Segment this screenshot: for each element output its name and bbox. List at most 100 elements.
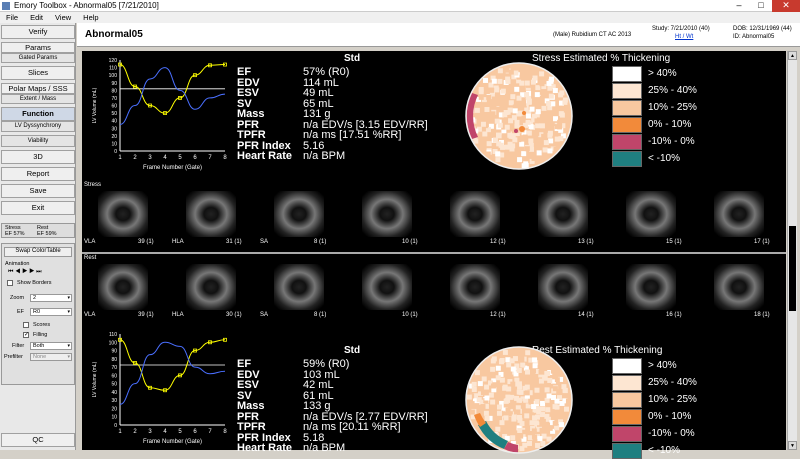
slice-image[interactable] [714, 264, 764, 310]
polar-cell [511, 416, 517, 422]
menu-file[interactable]: File [6, 12, 18, 23]
polar-cell [502, 385, 508, 391]
polar-cell [500, 88, 506, 94]
menu-view[interactable]: View [55, 12, 71, 23]
polar-cell [554, 398, 560, 404]
swap-colortable-button[interactable]: Swap ColorTable [4, 247, 72, 257]
show-borders-checkbox[interactable] [7, 280, 13, 286]
vertical-scrollbar[interactable]: ▲ ▼ [787, 51, 797, 450]
close-icon[interactable]: ✕ [772, 0, 800, 12]
dob: DOB: 12/31/1969 (44) [733, 26, 792, 32]
slice-image[interactable] [362, 264, 412, 310]
scores-checkbox[interactable] [23, 322, 29, 328]
sidebar-item-exit[interactable]: Exit [1, 201, 75, 215]
sidebar-item-gated-params[interactable]: Gated Params [1, 53, 75, 63]
patient-header: Abnormal05 (Male) Rubidium CT AC 2013 St… [77, 23, 800, 47]
stress-volume-chart: 0 1020 3040 5060 70 8090 100110 120 1 2 3 4 5 6 7 8 Fram… [92, 58, 227, 171]
sidebar-item-verify[interactable]: Verify [1, 25, 75, 39]
slice-image[interactable] [274, 191, 324, 237]
scroll-down-icon[interactable]: ▼ [788, 441, 797, 450]
polar-cell [552, 404, 558, 410]
x-tick-label: 1 [118, 429, 122, 435]
sidebar-item-slices[interactable]: Slices [1, 66, 75, 80]
next-frame-icon[interactable]: ▶ [29, 269, 34, 275]
slice-image[interactable] [362, 191, 412, 237]
sidebar-item-lv-dyssynchrony[interactable]: LV Dyssynchrony [1, 121, 75, 132]
slice-image[interactable] [186, 264, 236, 310]
menu-edit[interactable]: Edit [30, 12, 43, 23]
rest-stat-key: Heart Rate [237, 442, 293, 454]
sidebar: Verify Params Gated Params Slices Polar Maps… [0, 23, 76, 450]
menu-help[interactable]: Help [83, 12, 98, 23]
polar-cell [550, 368, 556, 374]
polar-cell [546, 100, 552, 106]
sidebar-item-save[interactable]: Save [1, 184, 75, 198]
first-frame-icon[interactable]: ⏮ [8, 269, 13, 275]
slice-image[interactable] [538, 191, 588, 237]
x-tick-label: 6 [193, 429, 197, 435]
slice-image[interactable] [714, 191, 764, 237]
qc-button[interactable]: QC [1, 433, 75, 447]
rest-strip-title: Rest [84, 255, 97, 261]
slice-image[interactable] [98, 191, 148, 237]
legend-swatch [612, 426, 642, 442]
slice-image[interactable] [186, 191, 236, 237]
sidebar-item-viability[interactable]: Viability [1, 135, 75, 147]
play-icon[interactable]: ▶ [22, 269, 27, 275]
filter-select[interactable]: Both ▾ [30, 342, 72, 350]
ht-wt-link[interactable]: Ht / Wt [675, 34, 693, 40]
polar-cell [518, 433, 524, 439]
rest-stat-value: 59% (R0) [303, 358, 350, 370]
polar-cell [531, 428, 537, 434]
polar-cell [496, 106, 502, 112]
minimize-icon[interactable]: – [728, 0, 750, 12]
polar-cell [532, 75, 538, 81]
prefilter-select[interactable]: None ▾ [30, 353, 72, 361]
slice-image[interactable] [626, 191, 676, 237]
sidebar-item-3d[interactable]: 3D [1, 150, 75, 164]
polar-cell [474, 107, 480, 113]
animation-label: Animation [5, 261, 30, 267]
maximize-icon[interactable]: □ [750, 0, 772, 12]
polar-cell [510, 435, 516, 441]
controls-panel: Swap ColorTable Animation ⏮ ◀ ▶ ▶ ⏭ Show… [1, 243, 75, 385]
prev-frame-icon[interactable]: ◀ [15, 269, 20, 275]
polar-cell [495, 426, 501, 432]
legend-swatch [612, 66, 642, 82]
ef-select[interactable]: R0 ▾ [30, 308, 72, 316]
x-tick-label: 3 [148, 155, 152, 161]
scroll-up-icon[interactable]: ▲ [788, 51, 797, 60]
polar-cell [564, 104, 570, 110]
filling-checkbox[interactable]: ✓ [23, 332, 29, 338]
x-tick-label: 8 [223, 429, 227, 435]
app-icon [2, 2, 10, 10]
polar-cell [490, 358, 496, 364]
polar-cell [539, 71, 545, 77]
polar-cell [554, 425, 560, 431]
legend-label: -10% - 0% [648, 428, 695, 439]
stress-stat-value: 57% (R0) [303, 66, 350, 78]
sidebar-item-function[interactable]: Function [1, 107, 75, 121]
slice-image[interactable] [274, 264, 324, 310]
polar-cell [524, 80, 530, 86]
slice-image[interactable] [450, 191, 500, 237]
slice-image[interactable] [538, 264, 588, 310]
polar-cell [504, 93, 510, 99]
scroll-thumb[interactable] [789, 226, 796, 311]
polar-cell [502, 112, 508, 118]
sidebar-item-extent-mass[interactable]: Extent / Mass [1, 94, 75, 104]
slice-image[interactable] [450, 264, 500, 310]
slice-image[interactable] [98, 264, 148, 310]
zoom-select[interactable]: 2 ▾ [30, 294, 72, 302]
polar-cell [484, 364, 490, 370]
rest-slice-strip: Rest VLA 39 (1) HLA 30 (1) SA 8 (1) 10 (1) 12 (… [82, 254, 786, 324]
polar-cell [490, 366, 496, 372]
sidebar-item-polar-maps-sss[interactable]: Polar Maps / SSS [1, 83, 75, 94]
sidebar-item-report[interactable]: Report [1, 167, 75, 181]
sidebar-item-params[interactable]: Params [1, 42, 75, 53]
polar-cell [525, 350, 531, 356]
y-tick-label: 20 [111, 134, 117, 140]
slice-image[interactable] [626, 264, 676, 310]
last-frame-icon[interactable]: ⏭ [36, 269, 41, 275]
x-tick-label: 1 [118, 155, 122, 161]
